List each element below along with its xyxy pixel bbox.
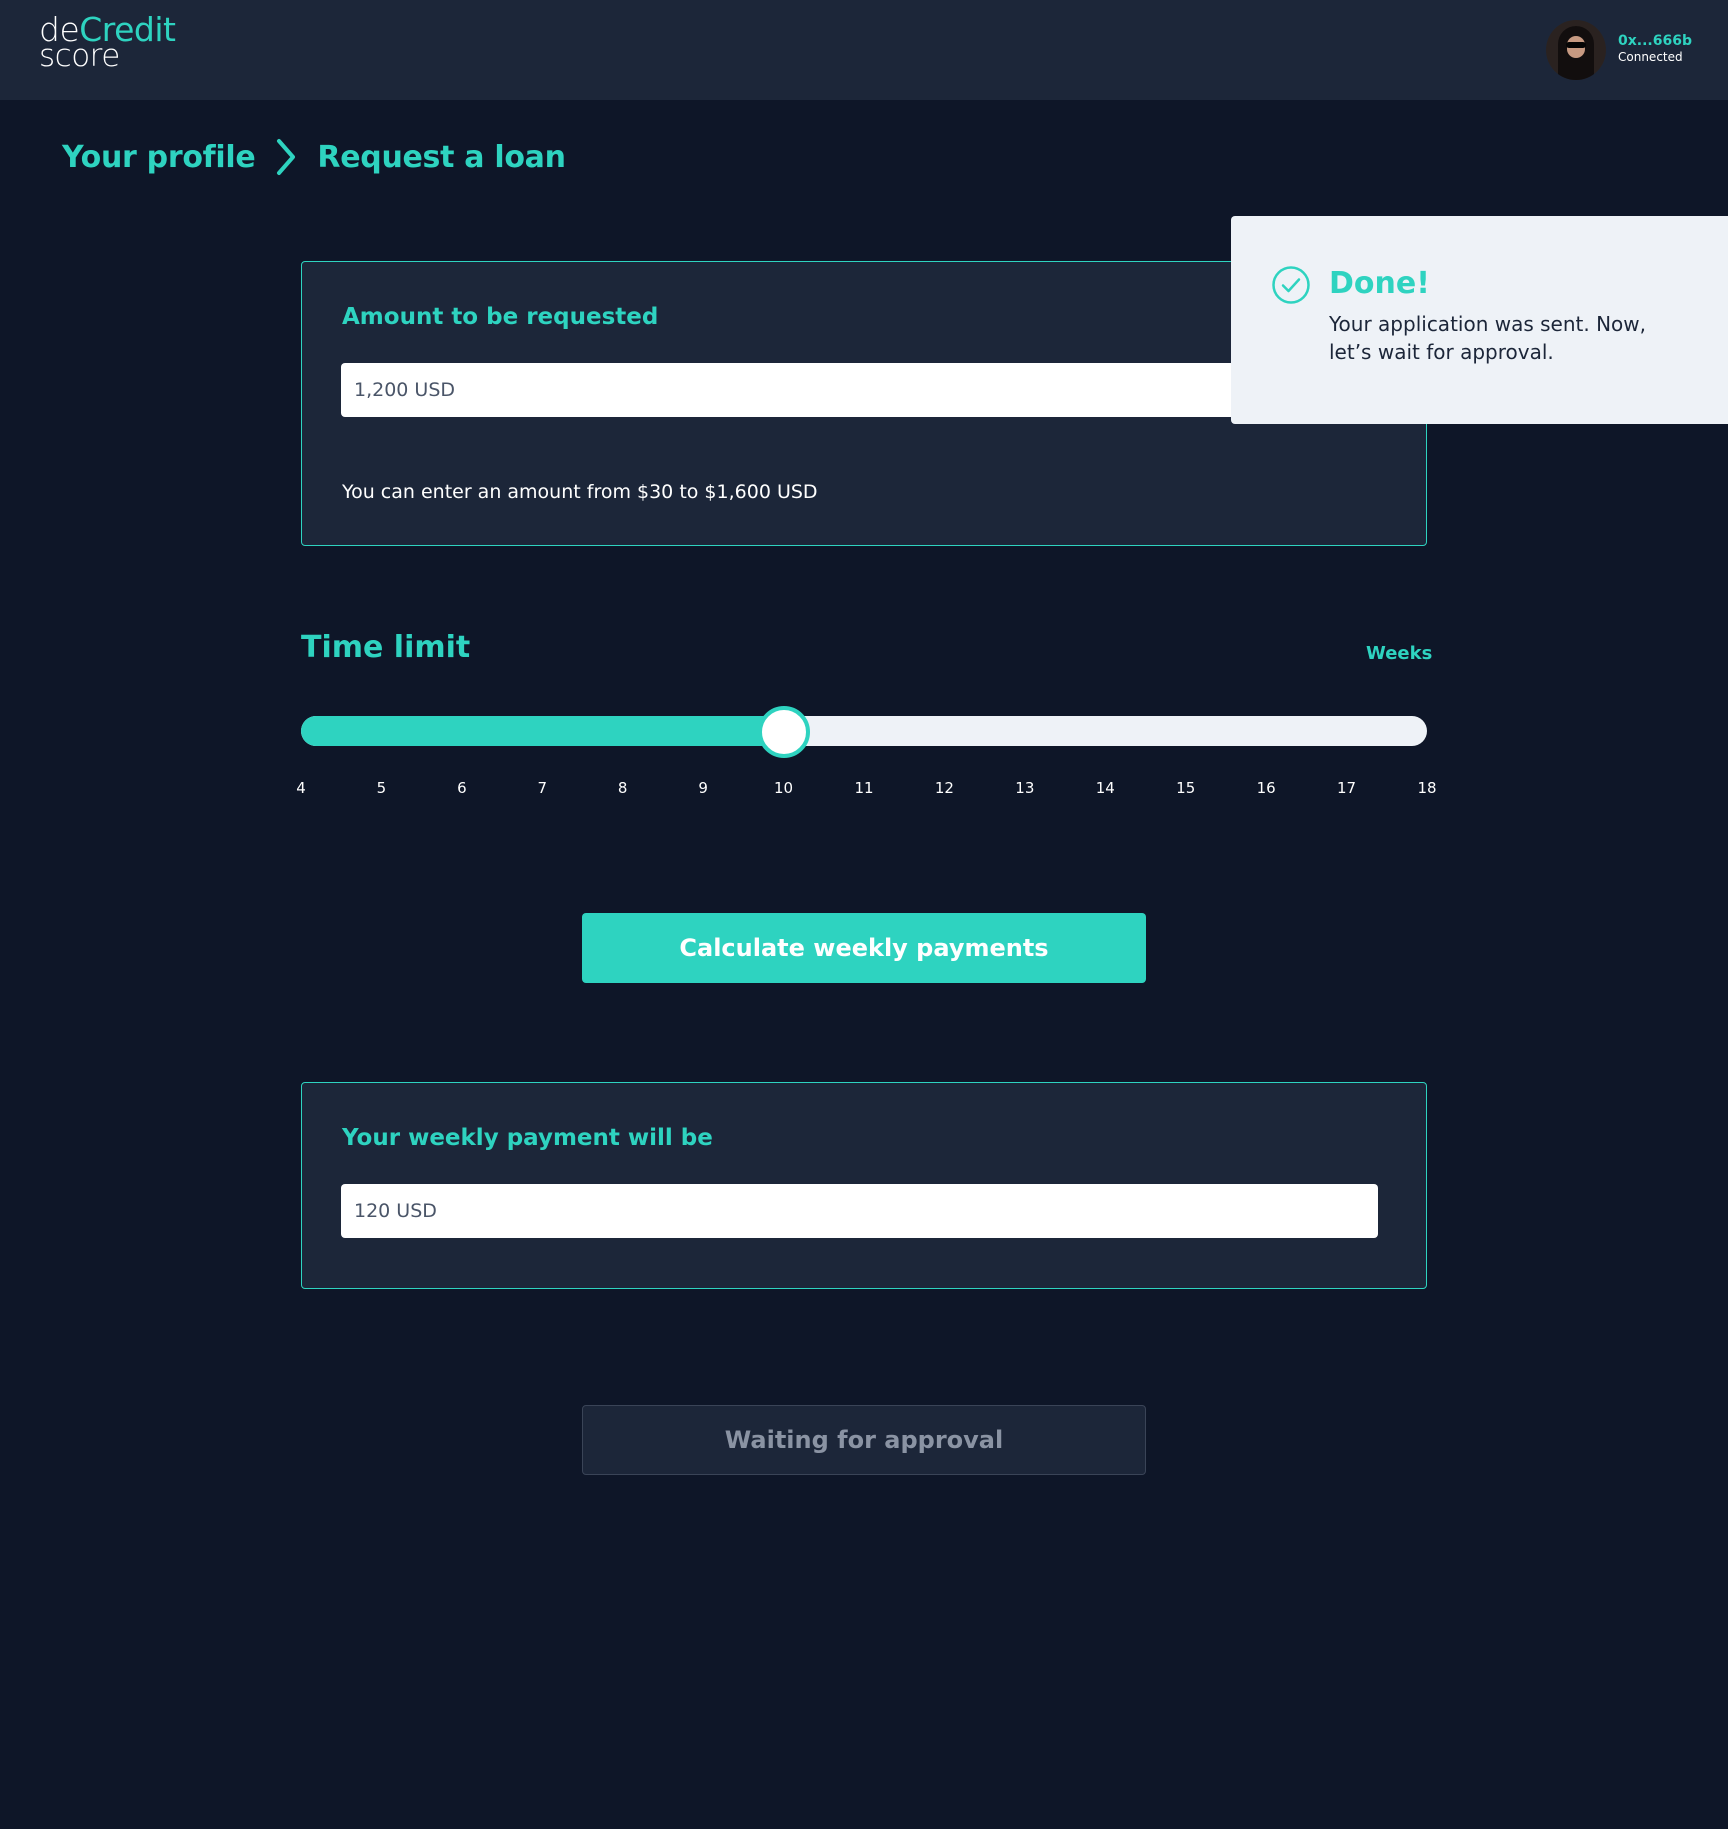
slider-thumb[interactable] (757, 706, 810, 758)
slider-fill (301, 716, 784, 746)
slider-ticks: 4 5 6 7 8 9 10 11 12 13 14 15 16 17 18 (296, 779, 1436, 799)
weeks-unit-label: Weeks (1366, 643, 1433, 664)
chevron-right-icon (255, 137, 317, 177)
weekly-payment-field: 120 USD (341, 1184, 1378, 1238)
time-limit-slider[interactable] (301, 706, 1427, 758)
slider-tick-label: 16 (1256, 779, 1276, 797)
toast-title: Done! (1329, 266, 1430, 301)
weekly-payment-title: Your weekly payment will be (342, 1125, 713, 1151)
top-bar: deCredit score 0x...666b Connected (0, 0, 1728, 100)
success-toast: Done! Your application was sent. Now, le… (1231, 216, 1728, 424)
decredit-logo[interactable]: deCredit score (39, 13, 176, 72)
connection-status: Connected (1618, 50, 1683, 64)
slider-tick-label: 14 (1095, 779, 1115, 797)
user-avatar[interactable] (1546, 20, 1606, 80)
slider-tick-label: 13 (1015, 779, 1035, 797)
account-info: 0x...666b Connected (1618, 33, 1692, 65)
slider-tick-label: 6 (457, 779, 467, 797)
slider-tick-label: 18 (1417, 779, 1437, 797)
slider-tick-label: 8 (617, 779, 628, 797)
slider-tick-label: 11 (854, 779, 874, 797)
slider-tick-label: 7 (537, 779, 548, 797)
calculate-weekly-payments-button[interactable]: Calculate weekly payments (582, 913, 1146, 983)
check-circle-icon (1271, 265, 1311, 305)
amount-range-hint: You can enter an amount from $30 to $1,6… (342, 481, 818, 503)
slider-tick-label: 9 (698, 779, 708, 797)
wallet-address: 0x...666b (1618, 33, 1692, 49)
breadcrumb: Your profile Request a loan (62, 137, 566, 177)
slider-tick-label: 12 (934, 779, 954, 797)
slider-tick-label: 15 (1176, 779, 1196, 797)
amount-input[interactable]: 1,200 USD (341, 363, 1378, 417)
amount-card-title: Amount to be requested (342, 304, 659, 330)
slider-tick-label: 17 (1337, 779, 1357, 797)
waiting-for-approval-button: Waiting for approval (582, 1405, 1146, 1475)
toast-message: Your application was sent. Now, let’s wa… (1329, 312, 1646, 364)
breadcrumb-your-profile[interactable]: Your profile (62, 140, 256, 175)
slider-tick-label: 10 (774, 779, 794, 797)
breadcrumb-request-loan[interactable]: Request a loan (317, 140, 566, 175)
weekly-payment-card: Your weekly payment will be 120 USD (301, 1082, 1427, 1289)
time-limit-title: Time limit (301, 630, 471, 665)
slider-tick-label: 5 (376, 779, 387, 797)
slider-tick-label: 4 (296, 779, 306, 797)
